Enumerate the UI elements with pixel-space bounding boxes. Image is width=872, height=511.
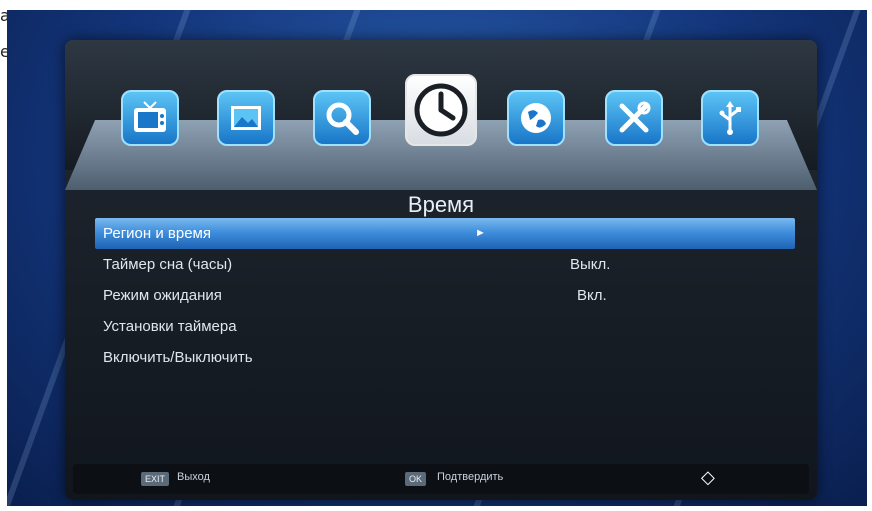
clock-icon[interactable]: [405, 74, 477, 146]
tv-screen: Время Регион и время ► Таймер сна (часы)…: [7, 10, 867, 506]
tv-icon[interactable]: [121, 90, 179, 146]
exit-hint: Выход: [177, 471, 210, 483]
menu-item-label: Включить/Выключить: [103, 349, 253, 366]
menu-item-label: Регион и время: [103, 225, 211, 242]
submenu-arrow-icon: ►: [475, 227, 486, 239]
ok-hint: Подтвердить: [437, 471, 504, 483]
menu-item-label: Таймер сна (часы): [103, 256, 233, 273]
menu-item-timer-settings[interactable]: Установки таймера: [95, 311, 795, 342]
category-bar: [65, 40, 817, 190]
page-title: Время: [407, 192, 475, 217]
picture-icon[interactable]: [217, 90, 275, 146]
menu-item-standby-mode[interactable]: Режим ожидания Вкл.: [95, 280, 795, 311]
globe-icon[interactable]: [507, 90, 565, 146]
footer-bar: EXIT Выход OK Подтвердить ◇: [73, 464, 809, 494]
menu-item-sleep-timer[interactable]: Таймер сна (часы) Выкл.: [95, 249, 795, 280]
menu-item-value: Выкл.: [570, 256, 611, 273]
settings-menu: Регион и время ► Таймер сна (часы) Выкл.…: [95, 218, 795, 373]
menu-item-region-time[interactable]: Регион и время ►: [95, 218, 795, 249]
navigate-arrows-icon: ◇: [701, 467, 715, 487]
menu-item-label: Установки таймера: [103, 318, 237, 335]
tools-icon[interactable]: [605, 90, 663, 146]
usb-icon[interactable]: [701, 90, 759, 146]
search-icon[interactable]: [313, 90, 371, 146]
settings-panel: Время Регион и время ► Таймер сна (часы)…: [65, 40, 817, 500]
menu-item-power-on-off[interactable]: Включить/Выключить: [95, 342, 795, 373]
ok-key-badge[interactable]: OK: [405, 472, 427, 486]
exit-key-badge[interactable]: EXIT: [141, 472, 170, 486]
menu-item-label: Режим ожидания: [103, 287, 222, 304]
menu-item-value: Вкл.: [577, 287, 607, 304]
